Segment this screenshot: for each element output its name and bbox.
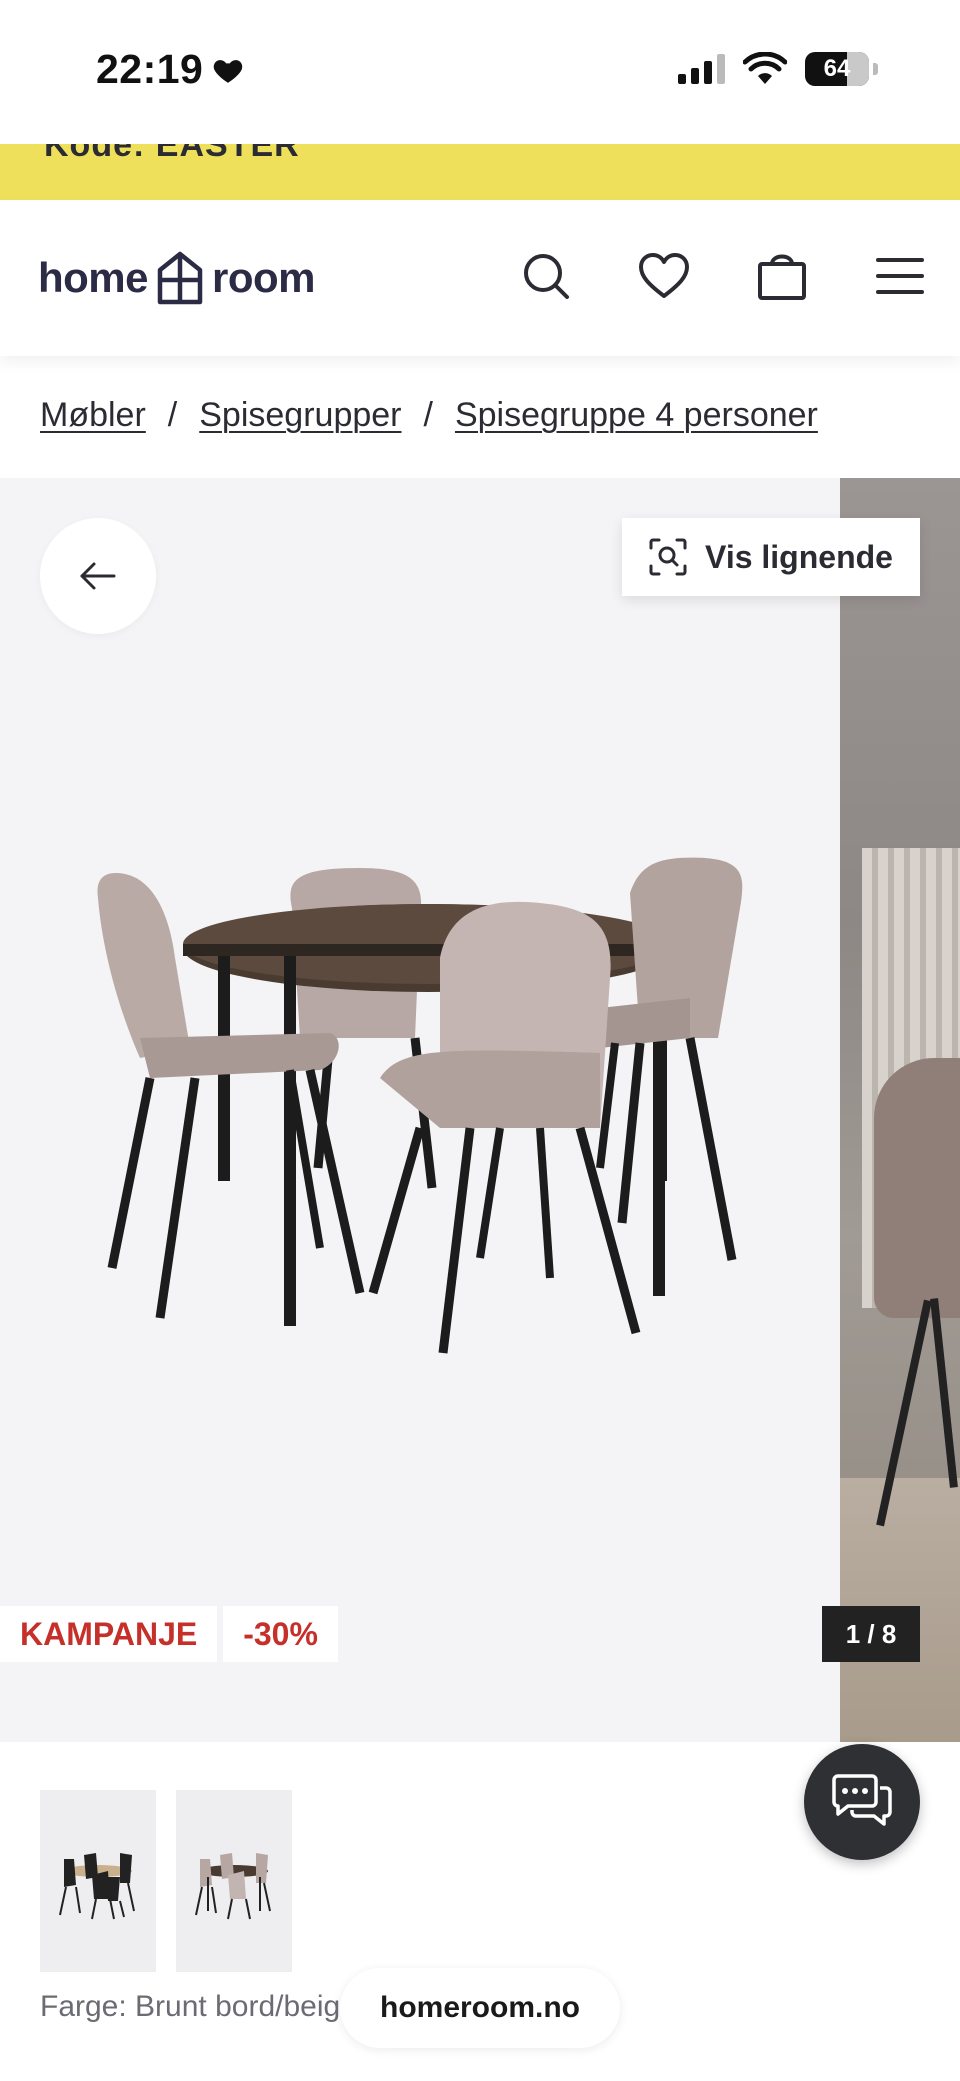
house-logo-icon xyxy=(157,251,203,305)
battery-level: 64 xyxy=(823,55,851,82)
chat-bubbles-icon xyxy=(832,1774,892,1826)
show-similar-button[interactable]: Vis lignende xyxy=(622,518,920,596)
variant-thumbnail-black[interactable] xyxy=(40,1790,156,1972)
status-indicators: 64 xyxy=(678,52,878,86)
product-gallery[interactable]: Vis lignende KAMPANJE -30% 1 / 8 xyxy=(0,478,960,1742)
cart-button[interactable] xyxy=(752,246,812,306)
site-header: home room xyxy=(0,200,960,356)
product-image-main[interactable] xyxy=(0,478,840,1742)
heart-icon xyxy=(639,253,689,298)
battery-cap xyxy=(873,63,878,75)
battery-icon: 64 xyxy=(805,52,869,86)
menu-button[interactable] xyxy=(870,246,930,306)
breadcrumb-link-mobler[interactable]: Møbler xyxy=(40,396,146,435)
promo-text: Kode: EASTER xyxy=(44,144,300,164)
product-image-next-peek[interactable] xyxy=(840,478,960,1742)
browser-url-pill[interactable]: homeroom.no xyxy=(340,1968,620,2048)
breadcrumb-separator: / xyxy=(423,396,433,434)
color-label: Farge: Brunt bord/beige xyxy=(40,1990,357,2024)
dining-set-image xyxy=(97,857,743,1354)
logo-text-right: room xyxy=(212,254,316,301)
chat-button[interactable] xyxy=(804,1744,920,1860)
status-time-text: 22:19 xyxy=(96,46,204,92)
status-bar: 22:19 64 xyxy=(0,0,960,144)
heart-filled-icon xyxy=(214,59,243,83)
wishlist-button[interactable] xyxy=(634,246,694,306)
search-icon xyxy=(524,254,569,299)
product-badges: KAMPANJE -30% xyxy=(0,1606,338,1662)
breadcrumb-link-spisegruppe-4[interactable]: Spisegruppe 4 personer xyxy=(455,396,818,435)
arrow-left-icon xyxy=(80,562,116,590)
wifi-icon xyxy=(743,52,787,84)
homeroom-logo[interactable]: home room xyxy=(38,250,316,306)
cellular-signal-icon xyxy=(678,54,725,84)
color-variant-thumbnails xyxy=(40,1790,292,1972)
hamburger-menu-icon xyxy=(876,258,924,294)
color-label-text: Farge: Brunt bord/beig xyxy=(40,1990,341,2023)
header-actions xyxy=(516,246,930,306)
status-time: 22:19 xyxy=(96,46,245,93)
breadcrumb-link-spisegrupper[interactable]: Spisegrupper xyxy=(199,396,401,435)
dining-set-thumbnail-black xyxy=(59,1853,135,1920)
campaign-badge: KAMPANJE xyxy=(0,1606,218,1662)
promo-banner[interactable]: Kode: EASTER xyxy=(0,144,960,200)
breadcrumb: Møbler / Spisegrupper / Spisegruppe 4 pe… xyxy=(40,396,818,435)
logo-text-left: home xyxy=(38,254,149,301)
back-button[interactable] xyxy=(40,518,156,634)
image-counter: 1 / 8 xyxy=(822,1606,920,1662)
shopping-bag-icon xyxy=(758,254,806,300)
visual-search-icon xyxy=(649,538,687,576)
show-similar-label: Vis lignende xyxy=(705,538,893,575)
breadcrumb-separator: / xyxy=(167,396,178,434)
search-button[interactable] xyxy=(516,246,576,306)
dining-set-thumbnail-beige xyxy=(195,1853,271,1920)
discount-badge: -30% xyxy=(223,1606,338,1662)
variant-thumbnail-beige[interactable] xyxy=(176,1790,292,1972)
